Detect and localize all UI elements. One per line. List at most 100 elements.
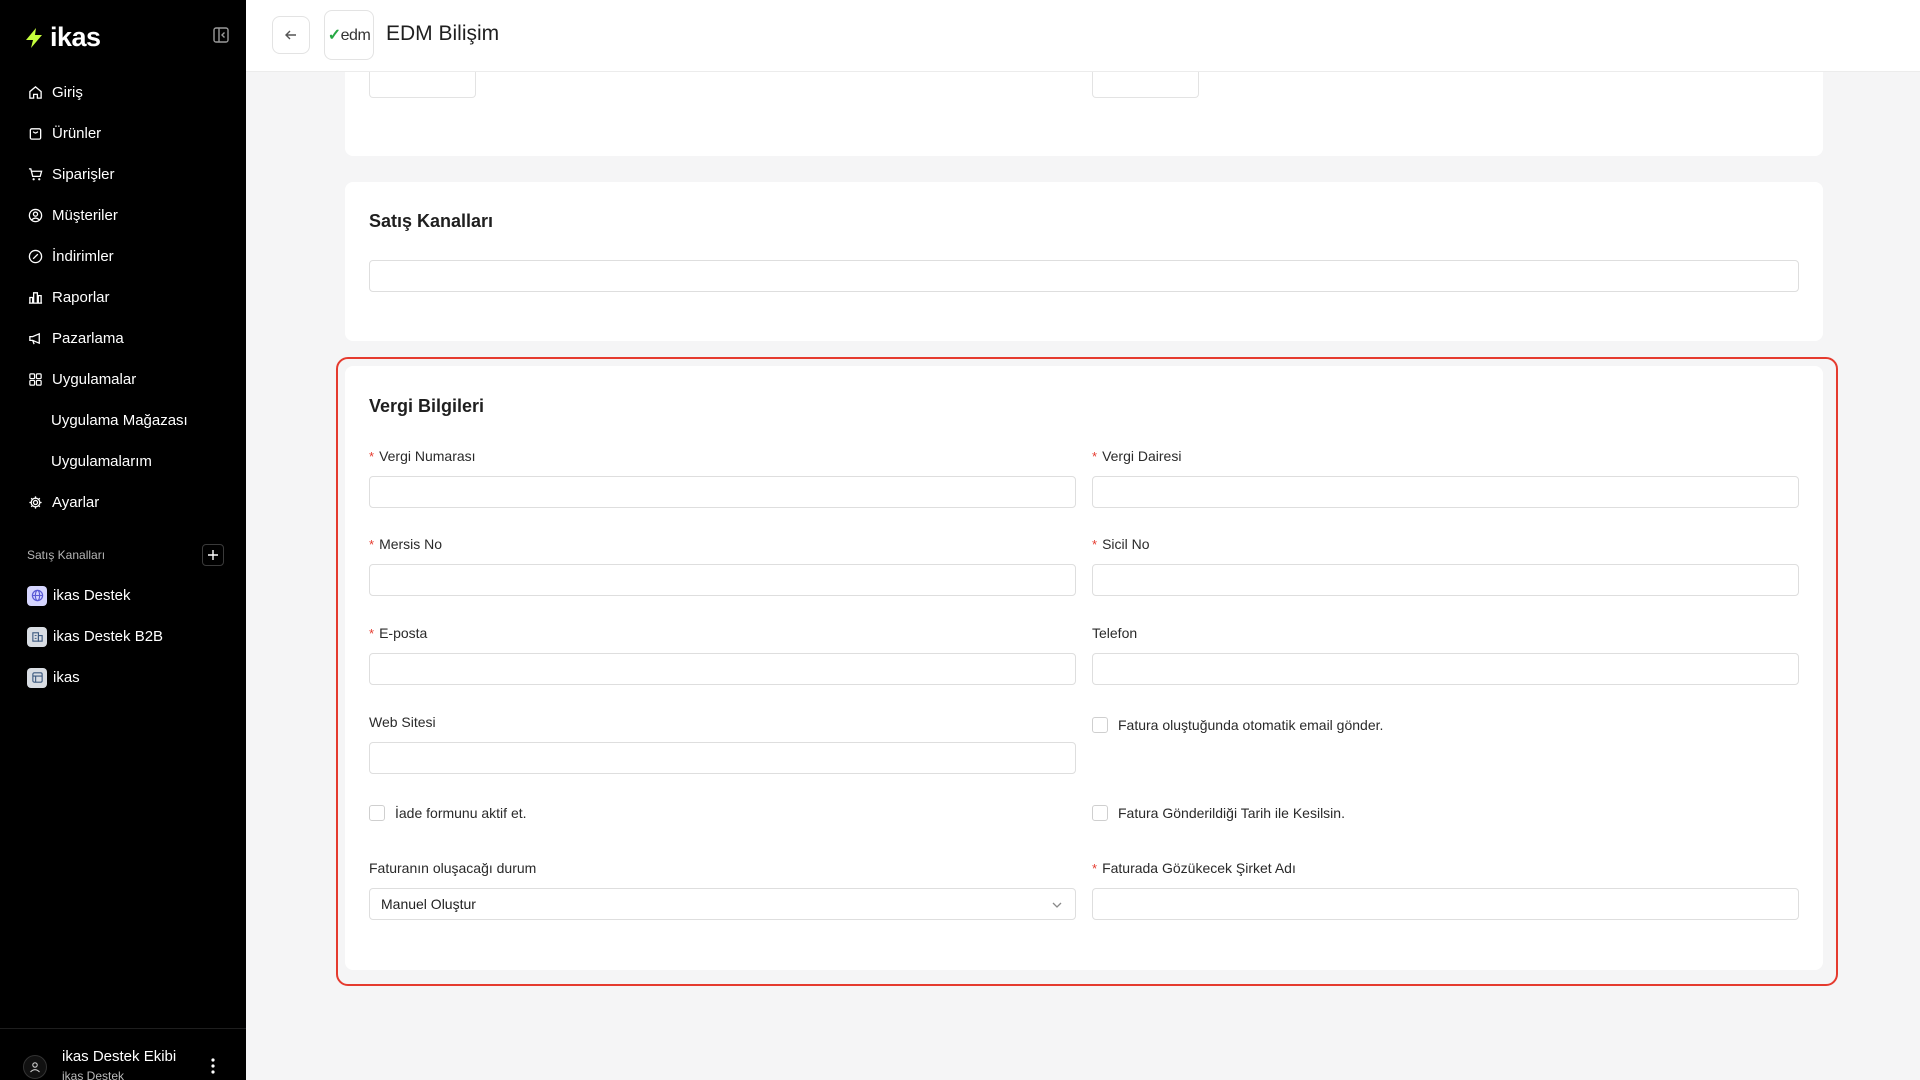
cart-icon	[27, 167, 43, 183]
partial-input[interactable]	[369, 72, 476, 98]
tax-office-label: * Vergi Dairesi	[1092, 448, 1182, 464]
collapse-sidebar-icon[interactable]	[212, 26, 230, 44]
sidebar-item-ayarlar[interactable]: Ayarlar	[0, 482, 246, 523]
sidebar-item-urunler[interactable]: Ürünler	[0, 113, 246, 154]
megaphone-icon	[27, 331, 43, 347]
required-asterisk: *	[1092, 449, 1098, 464]
sidebar-item-pazarlama[interactable]: Pazarlama	[0, 318, 246, 359]
registry-input[interactable]	[1092, 564, 1799, 596]
sales-channels-label: Satış Kanalları	[27, 548, 106, 562]
page-title: EDM Bilişim	[386, 22, 500, 45]
return-form-row: İade formunu aktif et.	[369, 805, 527, 821]
sidebar-item-label: Ayarlar	[52, 494, 100, 511]
required-asterisk: *	[369, 537, 375, 552]
sidebar-item-label: Raporlar	[52, 289, 110, 306]
plus-icon	[208, 550, 218, 560]
mersis-input[interactable]	[369, 564, 1076, 596]
channel-item-ikas[interactable]: ikas	[0, 657, 246, 698]
tax-office-input[interactable]	[1092, 476, 1799, 508]
home-icon	[27, 85, 43, 101]
required-asterisk: *	[369, 626, 375, 641]
sidebar-item-label: Uygulamalar	[52, 371, 137, 388]
invoice-status-value: Manuel Oluştur	[381, 896, 476, 912]
app-logo-text: edm	[340, 27, 371, 44]
sidebar: ikas Giriş Ürünler Siparişler Müşteriler…	[0, 0, 246, 1080]
chevron-down-icon	[1052, 902, 1062, 908]
user-icon	[30, 1062, 40, 1073]
sidebar-nav: Giriş Ürünler Siparişler Müşteriler İndi…	[0, 72, 246, 523]
mersis-label: * Mersis No	[369, 536, 443, 552]
return-form-checkbox[interactable]	[369, 805, 385, 821]
tax-info-card: Vergi Bilgileri * Vergi Numarası * Vergi D…	[345, 366, 1823, 970]
user-circle-icon	[27, 208, 43, 224]
arrow-left-icon	[285, 30, 296, 40]
sales-channels-input[interactable]	[369, 260, 1799, 292]
more-vertical-icon[interactable]	[210, 1057, 218, 1075]
sidebar-item-uygulamalar[interactable]: Uygulamalar	[0, 359, 246, 400]
cut-on-send-date-checkbox[interactable]	[1092, 805, 1108, 821]
email-label: * E-posta	[369, 625, 428, 641]
sales-channels-title: Satış Kanalları	[369, 211, 494, 231]
company-name-label: * Faturada Gözükecek Şirket Adı	[1092, 860, 1296, 876]
channel-label: ikas	[53, 669, 80, 686]
sidebar-item-label: Müşteriler	[52, 207, 118, 224]
page-header: ✓edm EDM Bilişim	[246, 0, 1920, 72]
sidebar-item-giris[interactable]: Giriş	[0, 72, 246, 113]
sidebar-item-label: Uygulama Mağazası	[51, 412, 188, 429]
building-icon	[27, 626, 47, 647]
sidebar-item-uygulamalarim[interactable]: Uygulamalarım	[0, 441, 246, 482]
sidebar-item-label: Siparişler	[52, 166, 115, 183]
app-logo: ✓edm	[324, 10, 374, 60]
chart-icon	[27, 290, 43, 306]
ikas-logo[interactable]: ikas	[24, 22, 101, 53]
website-input[interactable]	[369, 742, 1076, 774]
sales-channels-list: ikas Destek ikas Destek B2B ikas	[0, 575, 246, 698]
add-channel-button[interactable]	[202, 544, 224, 566]
sales-channels-card: Satış Kanalları	[345, 182, 1823, 341]
channel-item-ikas-destek[interactable]: ikas Destek	[0, 575, 246, 616]
partial-input[interactable]	[1092, 72, 1199, 98]
sidebar-item-indirimler[interactable]: İndirimler	[0, 236, 246, 277]
auto-email-label: Fatura oluştuğunda otomatik email gönder…	[1118, 717, 1384, 733]
store-icon	[27, 667, 47, 688]
channel-item-ikas-destek-b2b[interactable]: ikas Destek B2B	[0, 616, 246, 657]
user-menu[interactable]: ikas Destek Ekibi ikas Destek	[0, 1028, 246, 1080]
sidebar-item-label: Uygulamalarım	[51, 453, 152, 470]
globe-icon	[27, 585, 47, 606]
required-asterisk: *	[1092, 537, 1098, 552]
website-label: Web Sitesi	[369, 714, 436, 730]
channel-label: ikas Destek	[53, 587, 131, 604]
sidebar-item-siparisler[interactable]: Siparişler	[0, 154, 246, 195]
auto-email-row: Fatura oluştuğunda otomatik email gönder…	[1092, 717, 1383, 733]
sidebar-item-label: Ürünler	[52, 125, 102, 142]
checkmark-icon: ✓	[327, 27, 341, 44]
registry-label: * Sicil No	[1092, 536, 1150, 552]
logo-text: ikas	[50, 22, 101, 52]
sidebar-item-raporlar[interactable]: Raporlar	[0, 277, 246, 318]
required-asterisk: *	[369, 449, 375, 464]
phone-label: Telefon	[1092, 625, 1138, 641]
avatar	[23, 1055, 47, 1079]
box-icon	[27, 126, 43, 142]
company-name-input[interactable]	[1092, 888, 1799, 920]
email-input[interactable]	[369, 653, 1076, 685]
previous-section-card	[345, 72, 1823, 156]
gear-icon	[27, 495, 43, 511]
user-subtitle: ikas Destek	[62, 1069, 125, 1080]
cut-on-send-date-row: Fatura Gönderildiği Tarih ile Kesilsin.	[1092, 805, 1345, 821]
required-asterisk: *	[1092, 861, 1098, 876]
phone-input[interactable]	[1092, 653, 1799, 685]
invoice-status-select[interactable]: Manuel Oluştur	[369, 888, 1076, 920]
sidebar-item-label: İndirimler	[52, 248, 114, 265]
discount-icon	[27, 249, 43, 265]
sidebar-item-label: Pazarlama	[52, 330, 124, 347]
return-form-label: İade formunu aktif et.	[395, 805, 527, 821]
tax-info-title: Vergi Bilgileri	[369, 396, 485, 416]
tax-number-input[interactable]	[369, 476, 1076, 508]
sales-channels-header: Satış Kanalları	[27, 544, 224, 566]
sidebar-item-musteriler[interactable]: Müşteriler	[0, 195, 246, 236]
sidebar-item-uygulama-magazasi[interactable]: Uygulama Mağazası	[0, 400, 246, 441]
back-button[interactable]	[272, 16, 310, 54]
auto-email-checkbox[interactable]	[1092, 717, 1108, 733]
user-name: ikas Destek Ekibi	[62, 1048, 177, 1065]
